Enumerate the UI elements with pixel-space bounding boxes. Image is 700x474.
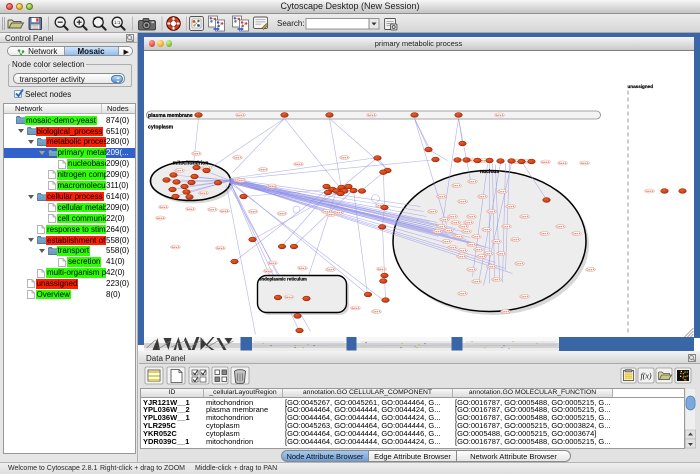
svg-text:Gene-A: Gene-A xyxy=(580,162,588,165)
svg-text:Gene-A: Gene-A xyxy=(327,213,335,216)
svg-text:Gene-A: Gene-A xyxy=(457,255,465,258)
svg-text:Gene-A: Gene-A xyxy=(192,152,200,155)
svg-text:Gene-A: Gene-A xyxy=(458,292,466,295)
svg-text:Gene-A: Gene-A xyxy=(377,268,385,271)
svg-text:Gene-A: Gene-A xyxy=(437,225,445,228)
svg-text:Gene-A: Gene-A xyxy=(472,280,480,283)
svg-text:Gene-A: Gene-A xyxy=(175,169,183,172)
svg-text:Gene-A: Gene-A xyxy=(294,163,302,166)
svg-text:Gene-A: Gene-A xyxy=(467,215,475,218)
svg-text:Gene-A: Gene-A xyxy=(351,307,359,310)
svg-text:Gene-A: Gene-A xyxy=(233,156,241,159)
svg-text:Gene-A: Gene-A xyxy=(268,262,276,265)
svg-text:Gene-A: Gene-A xyxy=(572,232,580,235)
svg-text:1:1: 1:1 xyxy=(114,20,121,25)
svg-text:Gene-A: Gene-A xyxy=(492,240,500,243)
svg-text:Gene-A: Gene-A xyxy=(467,268,475,271)
svg-text:Gene-A: Gene-A xyxy=(367,114,375,117)
svg-text:Gene-A: Gene-A xyxy=(477,255,485,258)
svg-text:Gene-A: Gene-A xyxy=(437,195,445,198)
svg-text:Gene-A: Gene-A xyxy=(268,185,276,188)
svg-text:Gene-A: Gene-A xyxy=(459,225,467,228)
svg-text:Gene-A: Gene-A xyxy=(501,310,509,313)
svg-text:plasma membrane: plasma membrane xyxy=(148,113,193,119)
svg-text:Gene-A: Gene-A xyxy=(452,184,460,187)
svg-text:Gene-A: Gene-A xyxy=(440,218,448,221)
svg-text:Gene-A: Gene-A xyxy=(298,267,306,270)
svg-text:Gene-A: Gene-A xyxy=(199,192,207,195)
svg-text:Gene-A: Gene-A xyxy=(278,212,286,215)
svg-text:Gene-A: Gene-A xyxy=(506,205,514,208)
svg-text:Gene-A: Gene-A xyxy=(159,206,167,209)
svg-text:Gene-A: Gene-A xyxy=(462,230,470,233)
svg-text:Gene-A: Gene-A xyxy=(249,210,257,213)
svg-text:Gene-A: Gene-A xyxy=(340,156,348,159)
svg-text:Gene-A: Gene-A xyxy=(472,235,480,238)
svg-text:Gene-A: Gene-A xyxy=(645,190,653,193)
svg-text:Gene-A: Gene-A xyxy=(478,195,486,198)
svg-text:Gene-A: Gene-A xyxy=(451,221,459,224)
svg-text:Gene-A: Gene-A xyxy=(502,225,510,228)
svg-text:Gene-A: Gene-A xyxy=(326,268,334,271)
svg-text:Gene-A: Gene-A xyxy=(444,229,452,232)
svg-text:Gene-A: Gene-A xyxy=(468,180,476,183)
svg-text:Gene-A: Gene-A xyxy=(487,265,495,268)
svg-text:Gene-A: Gene-A xyxy=(492,278,500,281)
svg-text:Gene-A: Gene-A xyxy=(458,249,466,252)
svg-text:Gene-A: Gene-A xyxy=(220,210,228,213)
svg-text:Gene-A: Gene-A xyxy=(558,162,566,165)
svg-text:Gene-A: Gene-A xyxy=(428,210,436,213)
svg-text:Gene-A: Gene-A xyxy=(171,246,179,249)
svg-text:Gene-A: Gene-A xyxy=(442,240,450,243)
svg-text:Gene-A: Gene-A xyxy=(467,243,475,246)
svg-text:Gene-A: Gene-A xyxy=(454,235,462,238)
svg-text:Gene-A: Gene-A xyxy=(515,262,523,265)
svg-text:Gene-A: Gene-A xyxy=(372,310,380,313)
svg-text:unassigned: unassigned xyxy=(627,84,653,89)
svg-text:f(x): f(x) xyxy=(640,372,651,381)
svg-text:Gene-A: Gene-A xyxy=(482,228,490,231)
svg-text:Gene-A: Gene-A xyxy=(497,252,505,255)
svg-text:nucleus: nucleus xyxy=(479,169,498,175)
svg-text:Gene-A: Gene-A xyxy=(487,210,495,213)
svg-text:Gene-A: Gene-A xyxy=(285,296,293,299)
svg-text:Gene-A: Gene-A xyxy=(208,208,216,211)
svg-text:Gene-A: Gene-A xyxy=(586,268,594,271)
svg-text:mitochondrion: mitochondrion xyxy=(172,160,208,166)
svg-text:Gene-A: Gene-A xyxy=(156,217,164,220)
svg-text:Gene-A: Gene-A xyxy=(495,114,503,117)
svg-text:Gene-A: Gene-A xyxy=(474,248,482,251)
svg-text:Gene-A: Gene-A xyxy=(448,246,456,249)
svg-text:Gene-A: Gene-A xyxy=(556,225,564,228)
svg-text:Gene-A: Gene-A xyxy=(498,190,506,193)
svg-text:endoplasmic reticulum: endoplasmic reticulum xyxy=(259,276,307,281)
svg-text:Gene-A: Gene-A xyxy=(484,252,492,255)
svg-text:Gene-A: Gene-A xyxy=(511,238,519,241)
svg-text:Search:: Search: xyxy=(277,19,305,28)
svg-text:Gene-A: Gene-A xyxy=(259,168,267,171)
svg-text:Gene-A: Gene-A xyxy=(186,208,194,211)
svg-text:Gene-A: Gene-A xyxy=(458,200,466,203)
svg-text:Gene-A: Gene-A xyxy=(236,114,244,117)
svg-text:Gene-A: Gene-A xyxy=(464,221,472,224)
svg-text:Gene-A: Gene-A xyxy=(264,270,272,273)
svg-text:Gene-A: Gene-A xyxy=(520,295,528,298)
svg-text:Gene-A: Gene-A xyxy=(541,161,549,164)
svg-text:Gene-A: Gene-A xyxy=(520,215,528,218)
svg-text:cytoplasm: cytoplasm xyxy=(148,124,174,130)
svg-text:Gene-A: Gene-A xyxy=(540,232,548,235)
svg-text:Gene-A: Gene-A xyxy=(433,230,441,233)
svg-text:Gene-A: Gene-A xyxy=(237,179,245,182)
svg-text:Gene-A: Gene-A xyxy=(216,247,224,250)
svg-text:Gene-A: Gene-A xyxy=(448,215,456,218)
